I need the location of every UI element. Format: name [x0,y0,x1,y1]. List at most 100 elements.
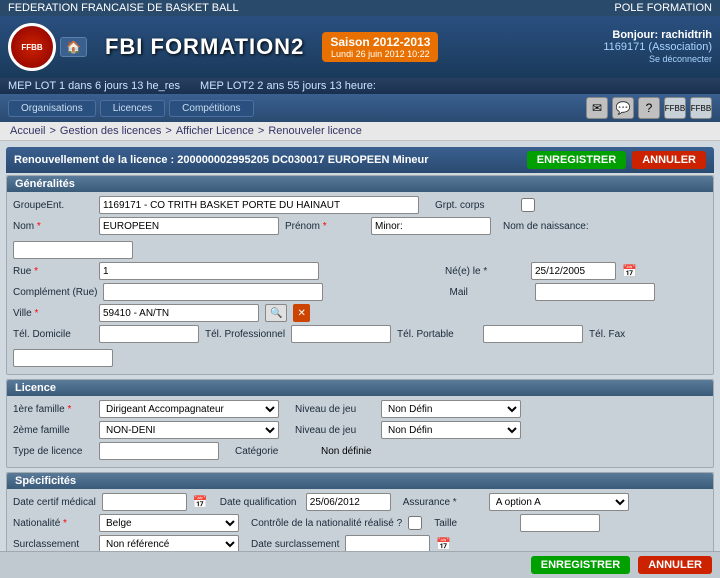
username: Bonjour: rachidtrih [603,29,712,41]
surclassement-row: Surclassement Non référencé Date surclas… [13,535,707,551]
famille1-row: 1ère famille Dirigeant Accompagnateur Ni… [13,400,707,418]
breadcrumb: Accueil > Gestion des licences > Affiche… [0,122,720,141]
nationalite-select[interactable]: Belge [99,514,239,532]
date-certif-label: Date certif médical [13,497,96,508]
ffbb-logo: FFBB [8,23,56,71]
top-bar: FEDERATION FRANCAISE DE BASKET BALL POLE… [0,0,720,16]
type-licence-input[interactable] [99,442,219,460]
niv-jeu2-select[interactable]: Non Défin [381,421,521,439]
disconnect-link[interactable]: Se déconnecter [649,54,712,64]
org-name: FEDERATION FRANCAISE DE BASKET BALL [8,2,239,14]
date-certif-input[interactable] [102,493,187,511]
surclassement-label: Surclassement [13,539,93,550]
niv-jeu1-select[interactable]: Non Défin [381,400,521,418]
licence-header: Licence [7,380,713,396]
ffbb-text: 🏠 [60,37,87,57]
enregistrer-button-top[interactable]: ENREGISTRER [527,151,626,169]
taille-label: Taille [434,518,514,529]
nav-competitions[interactable]: Compétitions [169,100,253,117]
ville-clear-button[interactable]: ✕ [293,304,309,322]
specificites-header: Spécificités [7,473,713,489]
tel-portable-label: Tél. Portable [397,329,477,340]
breadcrumb-afficher[interactable]: Afficher Licence [176,125,254,137]
surcl-cal-icon[interactable]: 📅 [436,537,451,551]
help-icon-btn[interactable]: ? [638,97,660,119]
enregistrer-button-bottom[interactable]: ENREGISTRER [531,556,630,574]
renewal-title: Renouvellement de la licence : 200000002… [14,154,429,166]
ville-row: Ville 🔍 ✕ [13,304,707,322]
famille2-select[interactable]: NON-DENI [99,421,279,439]
groupement-row: GroupeEnt. Grpt. corps [13,196,707,214]
tel-row: Tél. Domicile Tél. Professionnel Tél. Po… [13,325,707,367]
season-box: Saison 2012-2013 Lundi 26 juin 2012 10:2… [322,32,438,62]
generalites-header: Généralités [7,176,713,192]
annuler-button-bottom[interactable]: ANNULER [638,556,712,574]
grpt-corps-label: Grpt. corps [435,200,515,211]
type-licence-label: Type de licence [13,446,93,457]
home-button[interactable]: 🏠 [60,37,87,57]
rue-input[interactable] [99,262,319,280]
ville-input[interactable] [99,304,259,322]
header: FFBB 🏠 FBI FORMATION2 Saison 2012-2013 L… [0,16,720,78]
tel-fax-input[interactable] [13,349,113,367]
ville-search-button[interactable]: 🔍 [265,304,287,322]
grpt-corps-checkbox[interactable] [521,198,535,212]
nav-bar: Organisations Licences Compétitions ✉ 💬 … [0,94,720,122]
prenom-input[interactable] [371,217,491,235]
main-content: Renouvellement de la licence : 200000002… [0,141,720,551]
ne-le-input[interactable] [531,262,616,280]
date-qualif-input[interactable] [306,493,391,511]
breadcrumb-gestion[interactable]: Gestion des licences [60,125,162,137]
season-title: Saison 2012-2013 [330,35,430,49]
groupement-label: GroupeEnt. [13,200,93,211]
nav-licences[interactable]: Licences [100,100,165,117]
certif-cal-icon[interactable]: 📅 [193,495,208,509]
nom-row: Nom Prénom Nom de naissance: [13,217,707,259]
renewal-header: Renouvellement de la licence : 200000002… [6,147,714,173]
groupement-input[interactable] [99,196,419,214]
certif-qualif-row: Date certif médical 📅 Date qualification… [13,493,707,511]
nom-input[interactable] [99,217,279,235]
annuler-button-top[interactable]: ANNULER [632,151,706,169]
season-date: Lundi 26 juin 2012 10:22 [330,49,430,59]
mail-icon-btn[interactable]: ✉ [586,97,608,119]
rue-label: Rue [13,266,93,277]
tel-pro-label: Tél. Professionnel [205,329,285,340]
famille1-label: 1ère famille [13,404,93,415]
famille2-label: 2ème famille [13,425,93,436]
complement-row: Complément (Rue) Mail [13,283,707,301]
mail-label: Mail [449,287,529,298]
controle-nat-checkbox[interactable] [408,516,422,530]
chat-icon-btn[interactable]: 💬 [612,97,634,119]
generalites-section: Généralités GroupeEnt. Grpt. corps Nom P… [6,175,714,375]
mep-lot2: MEP LOT2 2 ans 55 jours 13 heure: [200,80,376,92]
assurance-select[interactable]: A option A [489,493,629,511]
controle-nat-label: Contrôle de la nationalité réalisé ? [251,518,402,529]
mep-bar: MEP LOT 1 dans 6 jours 13 he_res MEP LOT… [0,78,720,94]
rue-row: Rue Né(e) le * 📅 [13,262,707,280]
nav-organisations[interactable]: Organisations [8,100,96,117]
tel-domicile-label: Tél. Domicile [13,329,93,340]
tel-pro-input[interactable] [291,325,391,343]
famille2-row: 2ème famille NON-DENI Niveau de jeu Non … [13,421,707,439]
taille-input[interactable] [520,514,600,532]
complement-input[interactable] [103,283,323,301]
app-title: FBI FORMATION2 [105,34,304,60]
date-surcl-label: Date surclassement [251,539,339,550]
date-surcl-input[interactable] [345,535,430,551]
famille1-select[interactable]: Dirigeant Accompagnateur [99,400,279,418]
nom-naissance-input[interactable] [13,241,133,259]
ne-le-calendar-icon[interactable]: 📅 [622,264,637,278]
nationalite-label: Nationalité [13,518,93,529]
niv-jeu1-label: Niveau de jeu [295,404,375,415]
mail-input[interactable] [535,283,655,301]
tel-portable-input[interactable] [483,325,583,343]
complement-label: Complément (Rue) [13,287,97,298]
categorie-value: Non définie [321,446,372,457]
breadcrumb-accueil[interactable]: Accueil [10,125,45,137]
tel-domicile-input[interactable] [99,325,199,343]
nationalite-row: Nationalité Belge Contrôle de la nationa… [13,514,707,532]
surclassement-select[interactable]: Non référencé [99,535,239,551]
specificites-section: Spécificités Date certif médical 📅 Date … [6,472,714,551]
type-licence-row: Type de licence Catégorie Non définie [13,442,707,460]
